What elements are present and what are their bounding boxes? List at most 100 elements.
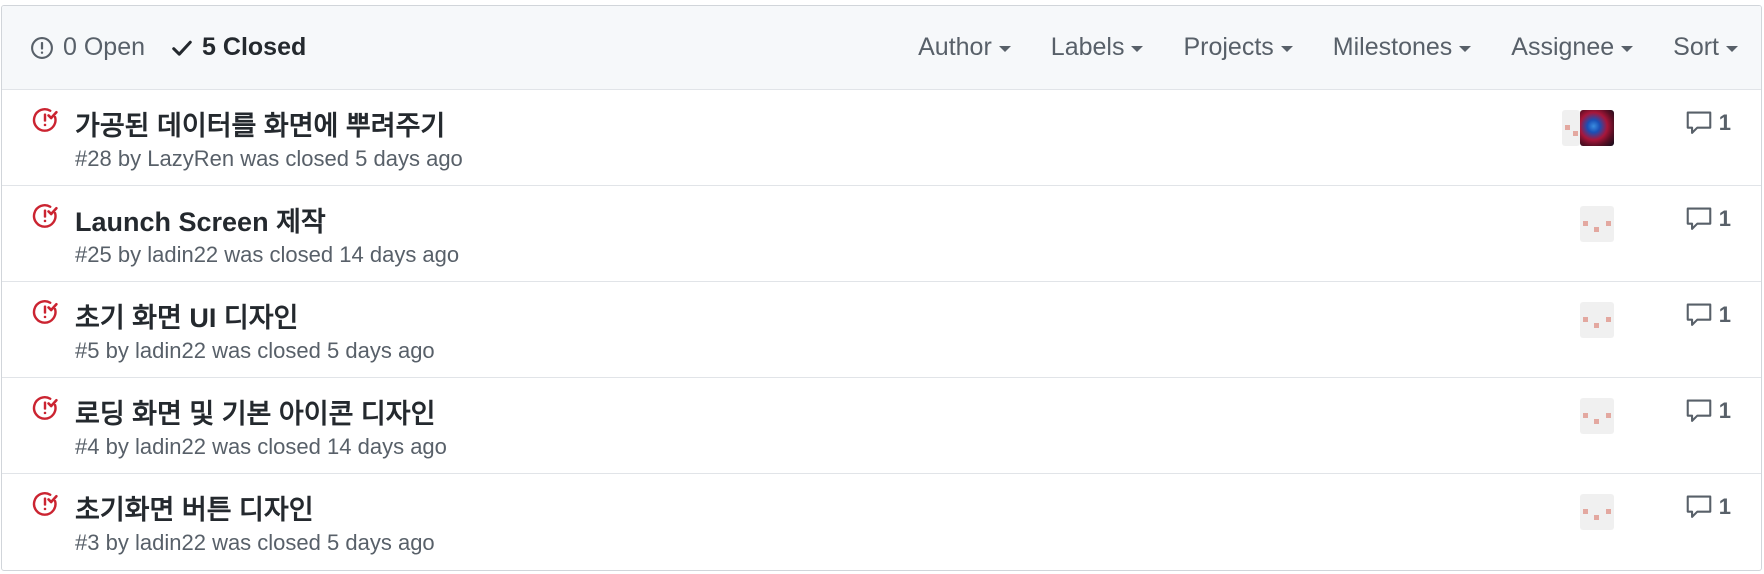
issue-closed-icon [32, 107, 58, 138]
comments-link[interactable]: 1 [1685, 398, 1731, 424]
issue-meta: #25 by ladin22 was closed 14 days ago [75, 242, 459, 268]
author-filter[interactable]: Author [918, 33, 1011, 62]
comments-link[interactable]: 1 [1685, 206, 1731, 232]
comments-link[interactable]: 1 [1685, 494, 1731, 520]
assignee-avatar[interactable] [1580, 206, 1614, 242]
comment-count: 1 [1718, 494, 1731, 519]
issue-author-link[interactable]: ladin22 [135, 530, 206, 555]
assignee-avatar[interactable] [1580, 110, 1614, 146]
assignee-avatar[interactable] [1562, 110, 1580, 146]
author-filter-label: Author [918, 33, 992, 61]
comments-link[interactable]: 1 [1685, 110, 1731, 136]
sort-filter-label: Sort [1673, 33, 1719, 61]
status-text: was closed [240, 146, 350, 171]
comment-icon [1686, 303, 1712, 326]
closed-time: 5 days ago [327, 530, 435, 555]
assignee-avatar[interactable] [1580, 494, 1614, 530]
issues-list-box: 0 Open 5 Closed Author Labels Projects M… [1, 5, 1762, 571]
triangle-down-icon [1280, 46, 1293, 52]
assignee-filter[interactable]: Assignee [1511, 33, 1634, 62]
issue-number: #3 [75, 530, 100, 555]
assignees [1562, 110, 1614, 146]
projects-filter[interactable]: Projects [1183, 33, 1293, 62]
state-tabs: 0 Open 5 Closed [30, 33, 306, 62]
projects-filter-label: Projects [1183, 33, 1274, 61]
issue-title-link[interactable]: 가공된 데이터를 화면에 뿌려주기 [75, 104, 445, 143]
issue-author-link[interactable]: LazyRen [147, 146, 234, 171]
triangle-down-icon [998, 46, 1011, 52]
issue-row: Launch Screen 제작 #25 by ladin22 was clos… [2, 186, 1761, 282]
issue-row: 초기 화면 UI 디자인 #5 by ladin22 was closed 5 … [2, 282, 1761, 378]
issue-meta: #28 by LazyRen was closed 5 days ago [75, 146, 463, 172]
closed-issues-tab[interactable]: 5 Closed [171, 33, 306, 62]
issue-row: 로딩 화면 및 기본 아이콘 디자인 #4 by ladin22 was clo… [2, 378, 1761, 474]
triangle-down-icon [1131, 46, 1144, 52]
open-count: 0 [63, 33, 77, 61]
milestones-filter[interactable]: Milestones [1333, 33, 1472, 62]
open-issues-tab[interactable]: 0 Open [30, 33, 145, 62]
by-text: by [105, 530, 129, 555]
issue-author-link[interactable]: ladin22 [135, 434, 206, 459]
triangle-down-icon [1726, 46, 1738, 52]
assignee-avatar[interactable] [1580, 302, 1614, 338]
status-text: was closed [224, 242, 334, 267]
issue-number: #28 [75, 146, 112, 171]
issue-author-link[interactable]: ladin22 [135, 338, 206, 363]
issue-title-link[interactable]: 초기화면 버튼 디자인 [75, 488, 314, 527]
issue-closed-icon [32, 395, 58, 426]
issue-closed-icon [32, 203, 58, 234]
comment-count: 1 [1718, 206, 1731, 231]
issues-list-header: 0 Open 5 Closed Author Labels Projects M… [2, 6, 1761, 90]
assignees [1580, 398, 1614, 434]
status-text: was closed [212, 434, 321, 459]
by-text: by [105, 338, 129, 363]
by-text: by [117, 242, 142, 267]
check-icon [171, 37, 193, 59]
closed-time: 5 days ago [327, 338, 435, 363]
issue-row: 초기화면 버튼 디자인 #3 by ladin22 was closed 5 d… [2, 474, 1761, 570]
comment-icon [1686, 399, 1712, 422]
issue-row: 가공된 데이터를 화면에 뿌려주기 #28 by LazyRen was clo… [2, 90, 1761, 186]
assignee-filter-label: Assignee [1511, 33, 1615, 61]
issue-number: #4 [75, 434, 100, 459]
issue-title-link[interactable]: Launch Screen 제작 [75, 200, 326, 239]
triangle-down-icon [1621, 46, 1634, 52]
status-text: was closed [212, 338, 321, 363]
assignees [1580, 206, 1614, 242]
issue-opened-icon [30, 36, 54, 60]
issue-closed-icon [32, 491, 58, 522]
labels-filter[interactable]: Labels [1051, 33, 1144, 62]
comment-icon [1686, 495, 1712, 518]
sort-filter[interactable]: Sort [1673, 33, 1738, 62]
issue-closed-icon [32, 299, 58, 330]
filter-bar: Author Labels Projects Milestones Assign… [878, 33, 1761, 62]
issue-author-link[interactable]: ladin22 [147, 242, 218, 267]
status-text: was closed [212, 530, 321, 555]
milestones-filter-label: Milestones [1332, 33, 1453, 61]
triangle-down-icon [1459, 46, 1472, 52]
by-text: by [105, 434, 129, 459]
labels-filter-label: Labels [1050, 33, 1125, 61]
comments-link[interactable]: 1 [1685, 302, 1731, 328]
issue-meta: #5 by ladin22 was closed 5 days ago [75, 338, 435, 364]
comment-count: 1 [1718, 302, 1731, 327]
closed-time: 14 days ago [339, 242, 460, 267]
issue-number: #5 [75, 338, 100, 363]
issue-meta: #3 by ladin22 was closed 5 days ago [75, 530, 435, 556]
issue-number: #25 [75, 242, 112, 267]
issue-title-link[interactable]: 초기 화면 UI 디자인 [75, 296, 298, 335]
closed-time: 14 days ago [327, 434, 447, 459]
closed-count: 5 [202, 33, 216, 61]
comment-count: 1 [1718, 110, 1731, 135]
assignee-avatar[interactable] [1580, 398, 1614, 434]
closed-label: Closed [222, 33, 307, 61]
issue-meta: #4 by ladin22 was closed 14 days ago [75, 434, 447, 460]
comment-icon [1686, 111, 1712, 134]
issue-title-link[interactable]: 로딩 화면 및 기본 아이콘 디자인 [75, 392, 435, 431]
comment-icon [1686, 207, 1712, 230]
closed-time: 5 days ago [355, 146, 463, 171]
open-label: Open [83, 33, 146, 61]
comment-count: 1 [1718, 398, 1731, 423]
assignees [1580, 302, 1614, 338]
by-text: by [117, 146, 142, 171]
